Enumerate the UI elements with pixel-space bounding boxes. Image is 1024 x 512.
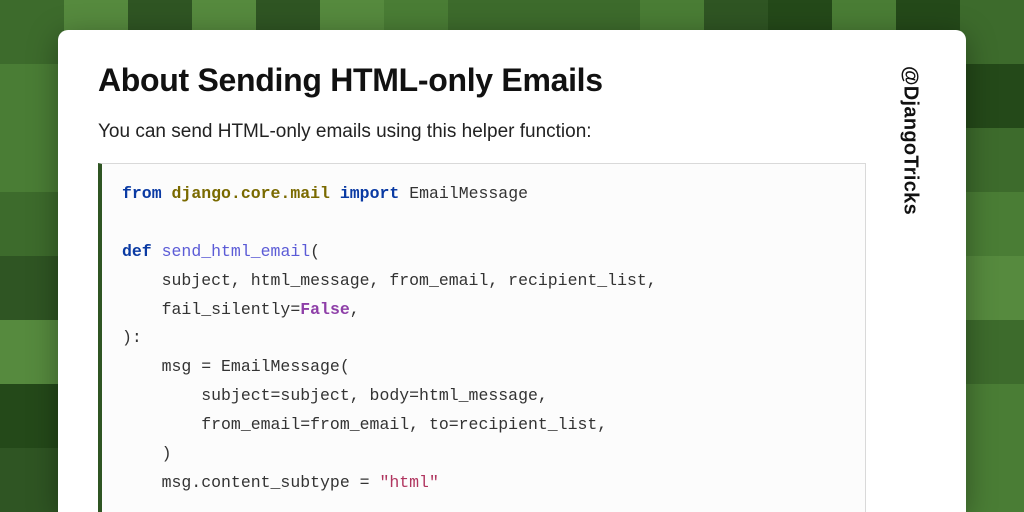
module-path: django.core.mail	[172, 184, 330, 203]
side-column: @DjangoTricks	[894, 62, 926, 512]
content-card: About Sending HTML-only Emails You can s…	[58, 30, 966, 512]
main-column: About Sending HTML-only Emails You can s…	[98, 62, 866, 512]
fn-name: send_html_email	[162, 242, 311, 261]
code-block: from django.core.mail import EmailMessag…	[98, 163, 866, 512]
body-line-3: from_email=from_email, to=recipient_list…	[122, 415, 607, 434]
sig-close: ):	[122, 328, 142, 347]
param-line-1: subject, html_message, from_email, recip…	[122, 271, 657, 290]
body-line-5-pre: msg.content_subtype =	[122, 473, 379, 492]
intro-text: You can send HTML-only emails using this…	[98, 121, 866, 143]
body-line-2: subject=subject, body=html_message,	[122, 386, 548, 405]
page-title: About Sending HTML-only Emails	[98, 62, 866, 99]
kw-from: from	[122, 184, 162, 203]
kw-false: False	[300, 300, 350, 319]
param-line-2-pre: fail_silently=	[122, 300, 300, 319]
author-handle: @DjangoTricks	[899, 66, 922, 215]
import-name: EmailMessage	[409, 184, 528, 203]
kw-def: def	[122, 242, 152, 261]
body-line-4: )	[122, 444, 172, 463]
param-line-2-post: ,	[350, 300, 360, 319]
str-html: "html"	[379, 473, 438, 492]
kw-import: import	[340, 184, 399, 203]
body-line-1: msg = EmailMessage(	[122, 357, 350, 376]
